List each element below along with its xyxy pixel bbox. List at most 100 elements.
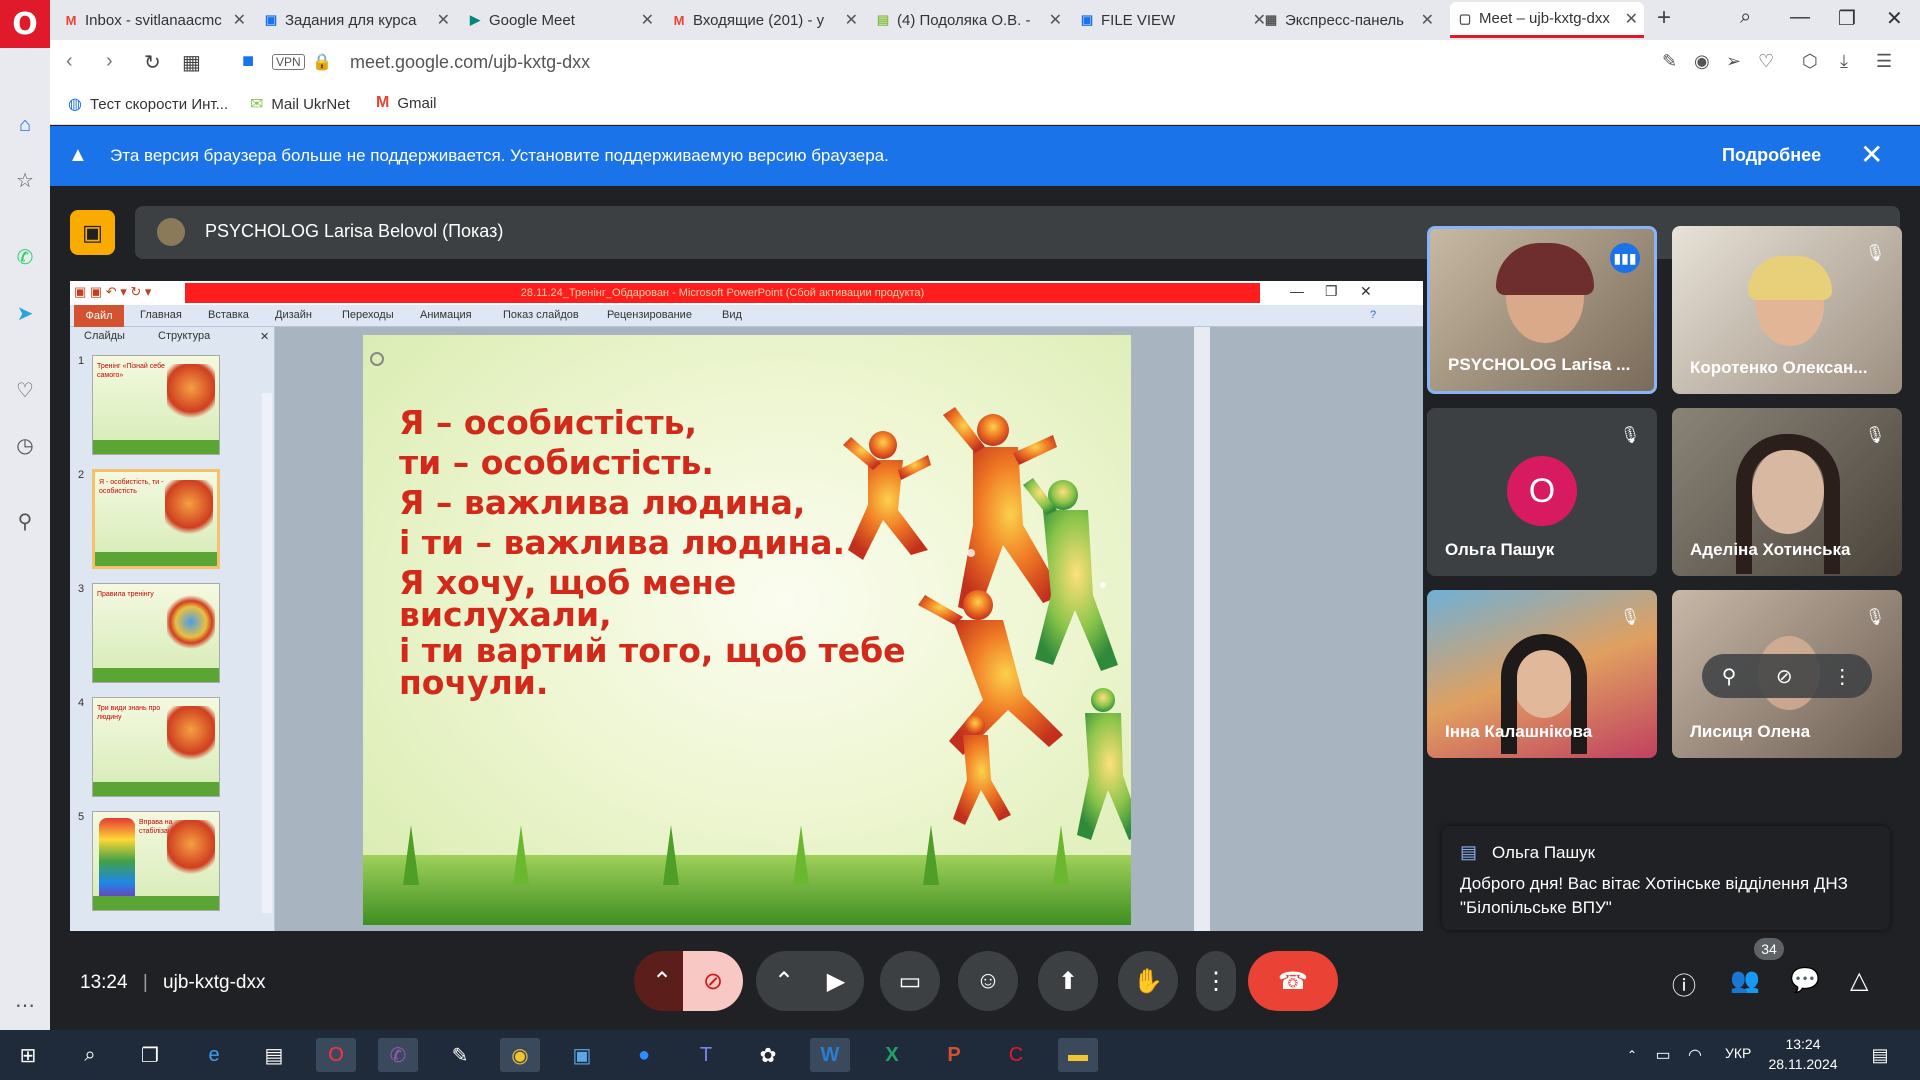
banner-close-icon[interactable]: ✕ xyxy=(1860,138,1883,171)
download-icon[interactable]: ⤓ xyxy=(1840,51,1848,72)
participant-tile[interactable]: 🎙 Аделіна Хотинська xyxy=(1672,408,1902,576)
banner-more-link[interactable]: Подробнее xyxy=(1722,145,1821,166)
more-options-button[interactable]: ⋮ xyxy=(1196,951,1236,1011)
video-options-button[interactable]: ⌃ xyxy=(756,951,812,1011)
heart-icon[interactable]: ♡ xyxy=(10,375,40,405)
send-icon[interactable]: ➢ xyxy=(1726,51,1741,72)
wifi-icon[interactable]: ◠ xyxy=(1682,1038,1708,1072)
audio-options-button[interactable]: ⌃ xyxy=(634,951,690,1011)
file-explorer-icon[interactable]: ▬ xyxy=(1058,1038,1098,1072)
extension-cube-icon[interactable]: ⬡ xyxy=(1802,51,1818,72)
notifications-icon[interactable]: ▤ xyxy=(1860,1038,1900,1072)
close-icon[interactable]: ✕ xyxy=(437,10,450,30)
present-screen-button[interactable]: ⬆ xyxy=(1038,951,1098,1011)
presentation-icon[interactable]: ▣ xyxy=(70,210,115,255)
reload-icon[interactable]: ↻ xyxy=(144,50,161,75)
vpn-badge[interactable]: VPN xyxy=(272,54,305,70)
bookmark-mail-ukrnet[interactable]: ✉ Mail UkrNet xyxy=(250,94,350,114)
search-tabs-icon[interactable]: ⌕ xyxy=(1740,6,1751,29)
chrome-icon[interactable]: ◉ xyxy=(500,1038,540,1072)
participant-tile[interactable]: 🎙 Коротенко Олексан... xyxy=(1672,226,1902,394)
close-icon[interactable]: ✕ xyxy=(233,10,246,30)
zoom-icon[interactable]: ● xyxy=(624,1038,664,1072)
tray-chevron-icon[interactable]: ⌃ xyxy=(1620,1038,1644,1072)
tabs-grid-icon[interactable]: ▦ xyxy=(182,50,201,75)
bookmark-heart-icon[interactable]: ♡ xyxy=(1758,51,1774,72)
people-icon[interactable]: 👥 xyxy=(1730,966,1760,995)
tab-4[interactable]: ▤ (4) Подоляка О.В. - ✕ xyxy=(868,2,1068,38)
screen-icon[interactable]: ▣ xyxy=(562,1038,602,1072)
mic-toggle-button[interactable]: ⊘ xyxy=(683,951,743,1011)
battery-icon[interactable]: ▭ xyxy=(1650,1038,1676,1072)
close-icon[interactable]: ✕ xyxy=(1421,10,1434,30)
whatsapp-icon[interactable]: ✆ xyxy=(10,242,40,272)
reactions-button[interactable]: ☺ xyxy=(958,951,1018,1011)
edge-icon[interactable]: e xyxy=(194,1038,234,1072)
paint-icon[interactable]: ✿ xyxy=(748,1038,788,1072)
search-icon[interactable]: ⌕ xyxy=(70,1038,110,1072)
history-icon[interactable]: ◷ xyxy=(10,430,40,460)
star-icon[interactable]: ☆ xyxy=(10,165,40,195)
feather-icon[interactable]: ✎ xyxy=(440,1038,480,1072)
tab-6[interactable]: ▦ Экспресс-панель ✕ xyxy=(1256,2,1440,38)
snapshot-icon[interactable]: ◉ xyxy=(1694,51,1710,72)
notepad-icon[interactable]: ▤ xyxy=(254,1038,294,1072)
easy-setup-icon[interactable]: ☰ xyxy=(1876,51,1892,72)
keyboard-language[interactable]: УКР xyxy=(1725,1045,1751,1061)
panel-tab-outline: Структура xyxy=(158,330,211,342)
edit-icon[interactable]: ✎ xyxy=(1662,51,1677,72)
telegram-icon[interactable]: ➤ xyxy=(10,298,40,328)
chat-icon[interactable]: 💬 xyxy=(1790,966,1820,995)
raise-hand-button[interactable]: ✋ xyxy=(1118,951,1178,1011)
opera-logo-icon[interactable]: O xyxy=(0,0,50,48)
new-tab-icon[interactable]: + xyxy=(1657,4,1671,32)
home-icon[interactable]: ⌂ xyxy=(10,110,40,140)
participant-tile[interactable]: 🎙 Інна Калашнікова xyxy=(1427,590,1657,758)
minimize-icon[interactable]: — xyxy=(1790,6,1810,29)
task-view-icon[interactable]: ❐ xyxy=(130,1038,170,1072)
tab-2[interactable]: ▶ Google Meet ✕ xyxy=(460,2,660,38)
captions-button[interactable]: ▭ xyxy=(880,951,940,1011)
participant-tile[interactable]: 🎙 ⚲ ⊘ ⋮ Лисиця Олена xyxy=(1672,590,1902,758)
bookmark-gmail[interactable]: M Gmail xyxy=(376,94,437,112)
participant-tile[interactable]: ▮▮▮ PSYCHOLOG Larisa ... xyxy=(1427,226,1657,394)
excel-icon[interactable]: X xyxy=(872,1038,912,1072)
chat-notification[interactable]: ▤ Ольга Пашук Доброго дня! Вас вітає Хот… xyxy=(1442,826,1890,930)
camera-toggle-button[interactable]: ▶ xyxy=(808,951,864,1011)
meeting-details-icon[interactable]: ⓘ xyxy=(1672,966,1696,1001)
app-c-icon[interactable]: C xyxy=(996,1038,1036,1072)
close-icon[interactable]: ✕ xyxy=(1049,10,1062,30)
tab-7-active[interactable]: ▢ Meet – ujb-kxtg-dxx ✕ xyxy=(1450,2,1644,38)
opera-taskbar-icon[interactable]: O xyxy=(316,1038,356,1072)
activities-icon[interactable]: △ xyxy=(1850,966,1868,995)
url-field[interactable]: meet.google.com/ujb-kxtg-dxx xyxy=(350,52,590,73)
tab-0[interactable]: M Inbox - svitlanaacmc ✕ xyxy=(56,2,252,38)
close-icon[interactable]: ✕ xyxy=(1625,9,1638,29)
teams-icon[interactable]: T xyxy=(686,1038,726,1072)
viber-icon[interactable]: ✆ xyxy=(378,1038,418,1072)
powerpoint-icon[interactable]: P xyxy=(934,1038,974,1072)
lock-icon[interactable]: 🔒 xyxy=(312,52,332,72)
bookmark-speed-test[interactable]: ◍ Тест скорости Инт... xyxy=(68,94,228,114)
clock-time[interactable]: 13:24 xyxy=(1763,1036,1843,1052)
forward-icon[interactable]: › xyxy=(106,50,113,73)
tab-5[interactable]: ▣ FILE VIEW ✕ xyxy=(1072,2,1272,38)
leave-call-button[interactable]: ☎ xyxy=(1248,951,1338,1011)
close-icon[interactable]: ✕ xyxy=(641,10,654,30)
close-window-icon[interactable]: ✕ xyxy=(1886,6,1903,31)
pin-icon[interactable]: ⚲ xyxy=(10,506,40,536)
participant-tile[interactable]: О 🎙 Ольга Пашук xyxy=(1427,408,1657,576)
pin-icon[interactable]: ⚲ xyxy=(1722,664,1737,689)
camera-indicator-icon[interactable]: ■ xyxy=(242,50,254,73)
tab-3[interactable]: M Входящие (201) - y ✕ xyxy=(664,2,864,38)
clock-date[interactable]: 28.11.2024 xyxy=(1763,1056,1843,1072)
more-options-icon[interactable]: ⋮ xyxy=(1832,664,1852,689)
tab-1[interactable]: ▣ Задания для курса ✕ xyxy=(256,2,456,38)
back-icon[interactable]: ‹ xyxy=(66,50,73,73)
word-icon[interactable]: W xyxy=(810,1038,850,1072)
mute-participant-icon[interactable]: ⊘ xyxy=(1776,664,1793,689)
more-icon[interactable]: ⋯ xyxy=(10,990,40,1020)
restore-icon[interactable]: ❐ xyxy=(1838,6,1856,31)
windows-start-icon[interactable]: ⊞ xyxy=(8,1038,48,1072)
close-icon[interactable]: ✕ xyxy=(845,10,858,30)
